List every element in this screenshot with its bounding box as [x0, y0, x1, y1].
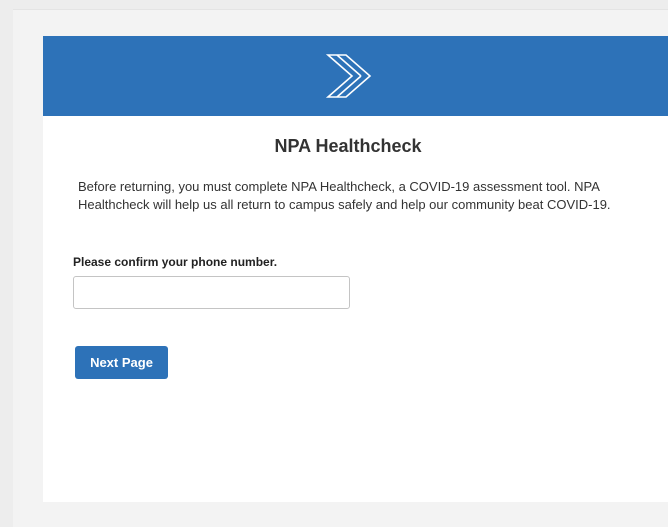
header-banner	[43, 36, 668, 116]
page-title: NPA Healthcheck	[274, 136, 422, 156]
top-edge	[0, 0, 668, 10]
next-page-button[interactable]: Next Page	[75, 346, 168, 379]
chevron-arrow-logo-icon	[325, 54, 372, 98]
phone-number-input[interactable]	[73, 276, 350, 309]
phone-label: Please confirm your phone number.	[73, 255, 278, 269]
left-edge	[0, 0, 13, 527]
intro-text: Before returning, you must complete NPA …	[78, 179, 611, 212]
form-card: NPA Healthcheck Before returning, you mu…	[43, 36, 668, 502]
